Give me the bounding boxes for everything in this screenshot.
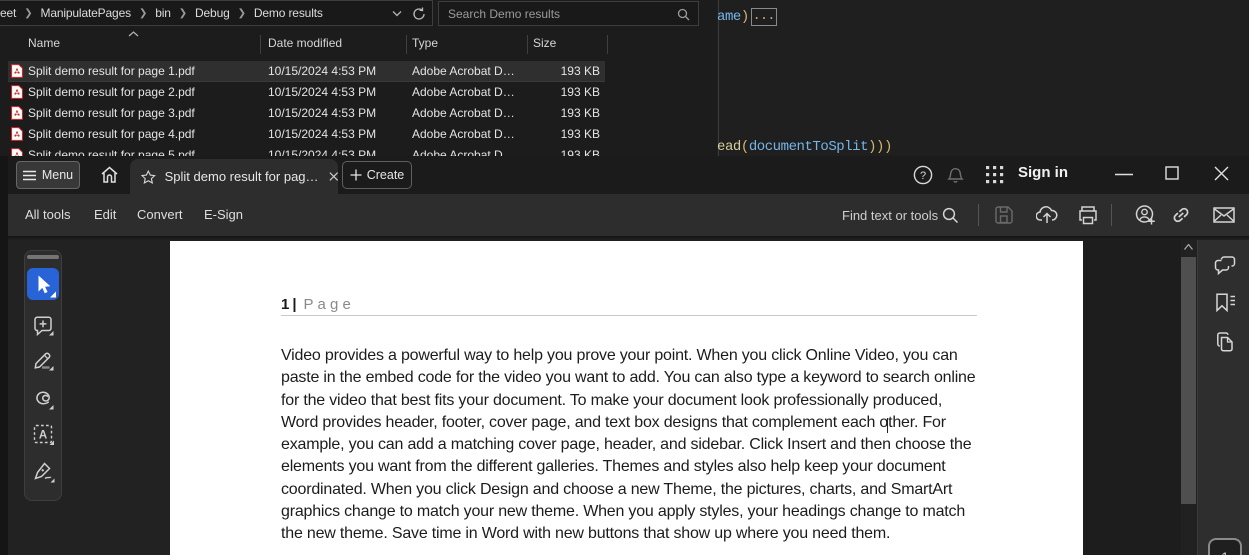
svg-text:?: ? <box>920 170 926 182</box>
svg-text:A: A <box>39 430 47 442</box>
